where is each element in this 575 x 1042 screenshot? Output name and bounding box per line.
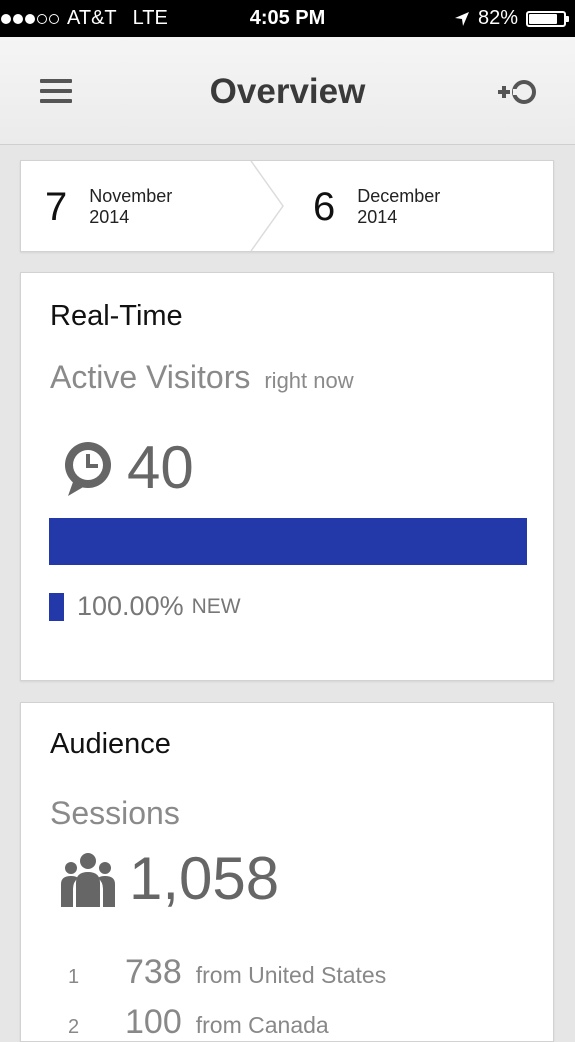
country-rank: 2 <box>68 1016 80 1038</box>
country-row[interactable]: 2 100 from Canada <box>68 1003 329 1042</box>
add-segment-icon[interactable] <box>496 77 540 107</box>
right-now-label: right now <box>264 368 354 393</box>
sessions-label: Sessions <box>50 795 180 831</box>
new-visitors-bar <box>49 518 527 565</box>
active-visitors-value: 40 <box>127 434 194 501</box>
new-visitors-legend: 100.00% NEW <box>49 591 241 622</box>
card-title-realtime: Real-Time <box>50 300 183 332</box>
active-visitors-label: Active Visitors right now <box>50 359 354 396</box>
status-bar: AT&T LTE 4:05 PM 82% <box>0 0 575 37</box>
active-visitors-value-row: 40 <box>59 433 194 502</box>
start-day: 7 <box>45 184 68 229</box>
end-month: December <box>357 186 441 206</box>
end-month-year: December 2014 <box>357 186 440 228</box>
end-date[interactable]: 6 December 2014 <box>313 161 440 253</box>
location-arrow-icon <box>454 11 469 26</box>
start-month: November <box>89 186 173 206</box>
legend-swatch <box>49 592 64 621</box>
battery-icon <box>526 10 569 27</box>
start-date[interactable]: 7 November 2014 <box>45 161 172 253</box>
battery-percent: 82% <box>477 7 518 29</box>
battery-tip <box>566 15 569 22</box>
date-range-selector[interactable]: 7 November 2014 6 December 2014 <box>20 160 554 252</box>
country-name: from United States <box>195 962 387 988</box>
sessions-value: 1,058 <box>129 845 280 912</box>
end-day: 6 <box>313 184 336 229</box>
battery-level-fill <box>529 13 557 24</box>
metric-label-text: Active Visitors <box>50 359 251 395</box>
country-row[interactable]: 1 738 from United States <box>68 953 386 992</box>
country-rank: 1 <box>68 966 80 988</box>
country-count: 100 <box>125 1003 182 1041</box>
sessions-value-row: 1,058 <box>59 844 279 913</box>
country-name: from Canada <box>195 1012 329 1038</box>
chevron-right-icon <box>250 161 284 251</box>
audience-card[interactable]: Audience Sessions 1,058 1 738 from Unite… <box>20 702 554 1042</box>
realtime-card[interactable]: Real-Time Active Visitors right now 40 10… <box>20 272 554 681</box>
start-month-year: November 2014 <box>89 186 172 228</box>
clock-bubble-icon <box>65 441 111 496</box>
start-year: 2014 <box>89 207 130 227</box>
navigation-bar: Overview <box>0 37 575 145</box>
end-year: 2014 <box>357 207 398 227</box>
new-visitors-label: NEW <box>191 594 241 618</box>
people-group-icon <box>61 852 115 907</box>
status-right: 82% <box>454 7 569 30</box>
country-count: 738 <box>125 953 182 991</box>
card-title-audience: Audience <box>50 728 171 760</box>
new-visitors-percent: 100.00% <box>77 591 184 621</box>
page-title: Overview <box>209 72 366 111</box>
